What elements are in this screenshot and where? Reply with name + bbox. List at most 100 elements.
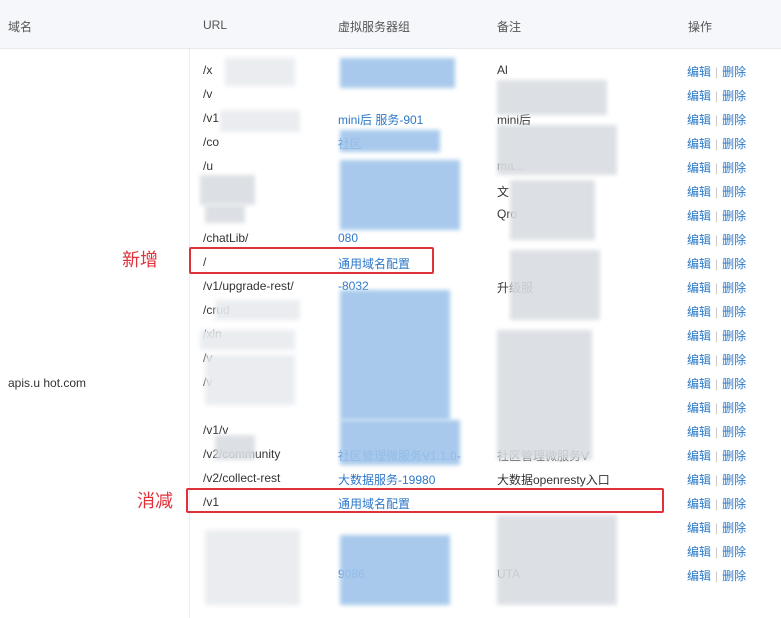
blur-mask [340,420,460,465]
added-annotation: 新增 [122,250,158,271]
delete-button[interactable]: 删除 [722,185,746,199]
action-separator: | [715,209,719,223]
row-actions: 编辑 | 删除 [687,471,746,488]
delete-button[interactable]: 删除 [722,233,746,247]
blur-mask [340,160,460,230]
action-separator: | [715,137,719,151]
action-separator: | [715,497,719,511]
row-actions: 编辑 | 删除 [687,423,746,440]
table-row: /co社区编辑|删除 [190,130,781,154]
edit-button[interactable]: 编辑 [687,329,711,343]
url-cell: /v2/collect-rest [203,471,281,485]
edit-button[interactable]: 编辑 [687,257,711,271]
blur-mask [497,80,607,115]
edit-button[interactable]: 编辑 [687,401,711,415]
server-group-link[interactable]: mini后 服务-901 [338,111,486,128]
delete-button[interactable]: 删除 [722,425,746,439]
url-cell: /co [203,135,220,149]
header-remark: 备注 [497,20,522,34]
blur-mask [340,58,455,88]
delete-button[interactable]: 删除 [722,305,746,319]
delete-button[interactable]: 删除 [722,377,746,391]
blur-mask [497,515,617,605]
action-separator: | [715,161,719,175]
removed-row-highlight [186,488,664,513]
edit-button[interactable]: 编辑 [687,473,711,487]
delete-button[interactable]: 删除 [722,137,746,151]
delete-button[interactable]: 删除 [722,89,746,103]
blur-mask [510,250,600,320]
edit-button[interactable]: 编辑 [687,305,711,319]
action-separator: | [715,113,719,127]
delete-button[interactable]: 删除 [722,353,746,367]
row-actions: 编辑 | 删除 [687,543,746,560]
edit-button[interactable]: 编辑 [687,137,711,151]
table-row: /v1/upgrade-rest/-8032升级服编辑|删除 [190,274,781,298]
table-header: 域名 URL 虚拟服务器组 备注 操作 [0,0,781,49]
row-actions: 编辑 | 删除 [687,87,746,104]
edit-button[interactable]: 编辑 [687,113,711,127]
delete-button[interactable]: 删除 [722,113,746,127]
delete-button[interactable]: 删除 [722,545,746,559]
blur-mask [497,125,617,175]
blur-mask [497,330,592,460]
row-actions: 编辑 | 删除 [687,63,746,80]
delete-button[interactable]: 删除 [722,209,746,223]
delete-button[interactable]: 删除 [722,329,746,343]
server-group-link[interactable]: 080 [338,231,486,245]
header-url: URL [203,18,228,32]
domain-name: apis.u hot.com [8,376,87,390]
edit-button[interactable]: 编辑 [687,209,711,223]
delete-button[interactable]: 删除 [722,449,746,463]
delete-button[interactable]: 删除 [722,161,746,175]
delete-button[interactable]: 删除 [722,473,746,487]
blur-mask [215,435,255,460]
header-domain: 域名 [8,20,33,34]
edit-button[interactable]: 编辑 [687,521,711,535]
table-row: /v2/community社区管理微服务V1.1.0-社区管理微服务V编辑|删除 [190,442,781,466]
edit-button[interactable]: 编辑 [687,233,711,247]
blur-mask [205,355,295,405]
edit-button[interactable]: 编辑 [687,545,711,559]
action-separator: | [715,569,719,583]
edit-button[interactable]: 编辑 [687,65,711,79]
edit-button[interactable]: 编辑 [687,353,711,367]
delete-button[interactable]: 删除 [722,257,746,271]
edit-button[interactable]: 编辑 [687,569,711,583]
blur-mask [205,205,245,223]
edit-button[interactable]: 编辑 [687,89,711,103]
delete-button[interactable]: 删除 [722,497,746,511]
blur-mask [340,290,450,420]
delete-button[interactable]: 删除 [722,521,746,535]
delete-button[interactable]: 删除 [722,281,746,295]
delete-button[interactable]: 删除 [722,65,746,79]
edit-button[interactable]: 编辑 [687,281,711,295]
removed-annotation: 消减 [137,491,173,512]
remark-cell: 大数据openresty入口 [497,473,610,487]
row-actions: 编辑 | 删除 [687,447,746,464]
row-actions: 编辑 | 删除 [687,567,746,584]
url-cell: /u [203,159,214,173]
action-separator: | [715,89,719,103]
edit-button[interactable]: 编辑 [687,425,711,439]
blur-mask [225,58,295,86]
row-actions: 编辑 | 删除 [687,183,746,200]
delete-button[interactable]: 删除 [722,401,746,415]
url-cell: /v1/upgrade-rest/ [203,279,294,293]
edit-button[interactable]: 编辑 [687,497,711,511]
row-actions: 编辑 | 删除 [687,399,746,416]
edit-button[interactable]: 编辑 [687,377,711,391]
blur-mask [205,530,300,605]
edit-button[interactable]: 编辑 [687,449,711,463]
blur-mask [340,535,450,605]
url-cell: /v [203,87,213,101]
delete-button[interactable]: 删除 [722,569,746,583]
blur-mask [220,110,300,132]
server-group-link[interactable]: 大数据服务-19980 [338,471,486,488]
action-separator: | [715,281,719,295]
action-separator: | [715,425,719,439]
remark-cell: Al [497,63,508,77]
edit-button[interactable]: 编辑 [687,161,711,175]
edit-button[interactable]: 编辑 [687,185,711,199]
table-row: 文编辑 | 删除 [190,178,781,202]
